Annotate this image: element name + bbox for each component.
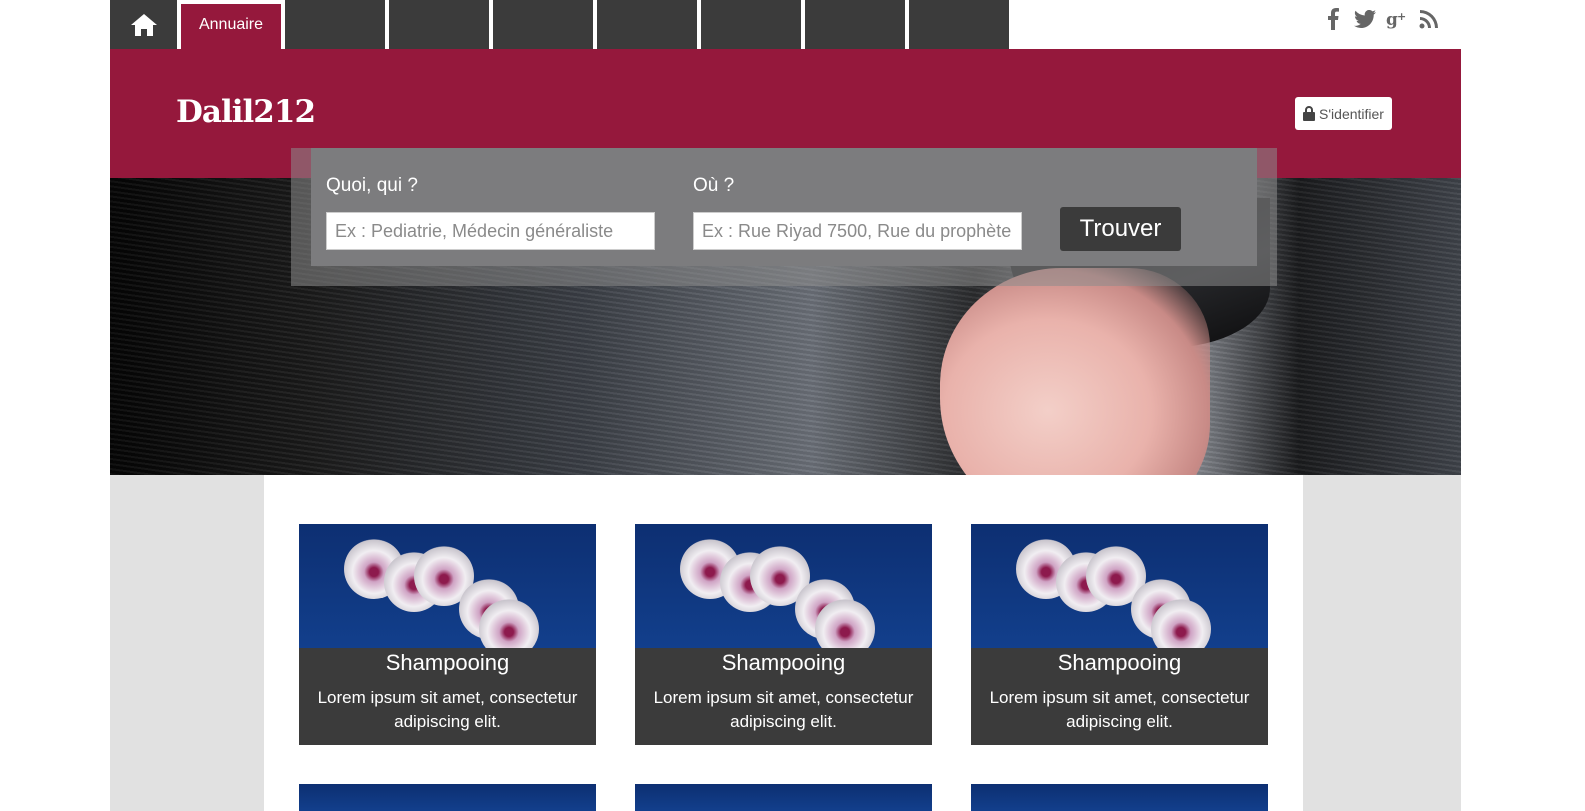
card-title: Shampooing bbox=[1057, 650, 1182, 675]
twitter-icon[interactable] bbox=[1354, 7, 1376, 31]
orchid-image bbox=[299, 524, 596, 648]
where-input[interactable]: Ex : Rue Riyad 7500, Rue du prophète bbox=[693, 212, 1022, 250]
nav-tab-empty[interactable] bbox=[805, 0, 905, 49]
where-label: Où ? bbox=[693, 175, 735, 196]
search-submit-button[interactable]: Trouver bbox=[1060, 207, 1181, 251]
home-tab[interactable] bbox=[110, 0, 177, 49]
login-button[interactable]: S'identifier bbox=[1295, 97, 1392, 130]
social-links: g + bbox=[1322, 7, 1440, 31]
nav-tab-empty[interactable] bbox=[389, 0, 489, 49]
service-card[interactable]: Shampooing Lorem ipsum sit amet, consect… bbox=[299, 524, 596, 745]
card-description: Lorem ipsum sit amet, consectetur adipis… bbox=[317, 688, 578, 731]
tab-annuaire-label: Annuaire bbox=[198, 15, 264, 33]
what-input[interactable]: Ex : Pediatrie, Médecin généraliste bbox=[326, 212, 655, 250]
card-title: Shampooing bbox=[385, 650, 510, 675]
service-card-partial[interactable] bbox=[971, 784, 1268, 811]
rss-icon[interactable] bbox=[1418, 7, 1440, 31]
nav-tab-empty[interactable] bbox=[701, 0, 801, 49]
nav-tab-empty[interactable] bbox=[909, 0, 1009, 49]
site-logo[interactable]: Dalil212 bbox=[176, 94, 316, 130]
login-label: S'identifier bbox=[1319, 105, 1384, 122]
card-description: Lorem ipsum sit amet, consectetur adipis… bbox=[989, 688, 1250, 731]
service-card[interactable]: Shampooing Lorem ipsum sit amet, consect… bbox=[971, 524, 1268, 745]
search-panel: Quoi, qui ? Ex : Pediatrie, Médecin géné… bbox=[311, 148, 1257, 266]
service-card[interactable]: Shampooing Lorem ipsum sit amet, consect… bbox=[635, 524, 932, 745]
nav-tab-empty[interactable] bbox=[597, 0, 697, 49]
service-card-partial[interactable] bbox=[299, 784, 596, 811]
top-navigation: Annuaire bbox=[110, 0, 1013, 49]
facebook-icon[interactable] bbox=[1322, 7, 1344, 31]
what-label: Quoi, qui ? bbox=[326, 175, 418, 196]
service-card-partial[interactable] bbox=[635, 784, 932, 811]
orchid-image bbox=[635, 524, 932, 648]
tab-annuaire[interactable]: Annuaire bbox=[181, 0, 281, 49]
orchid-image bbox=[971, 524, 1268, 648]
svg-text:+: + bbox=[1397, 10, 1406, 23]
lock-icon bbox=[1303, 106, 1316, 121]
card-title: Shampooing bbox=[721, 650, 846, 675]
nav-tab-empty[interactable] bbox=[493, 0, 593, 49]
face-profile bbox=[940, 268, 1210, 475]
google-plus-icon[interactable]: g + bbox=[1386, 7, 1408, 31]
nav-tab-empty[interactable] bbox=[285, 0, 385, 49]
card-description: Lorem ipsum sit amet, consectetur adipis… bbox=[653, 688, 914, 731]
home-icon bbox=[130, 13, 157, 36]
